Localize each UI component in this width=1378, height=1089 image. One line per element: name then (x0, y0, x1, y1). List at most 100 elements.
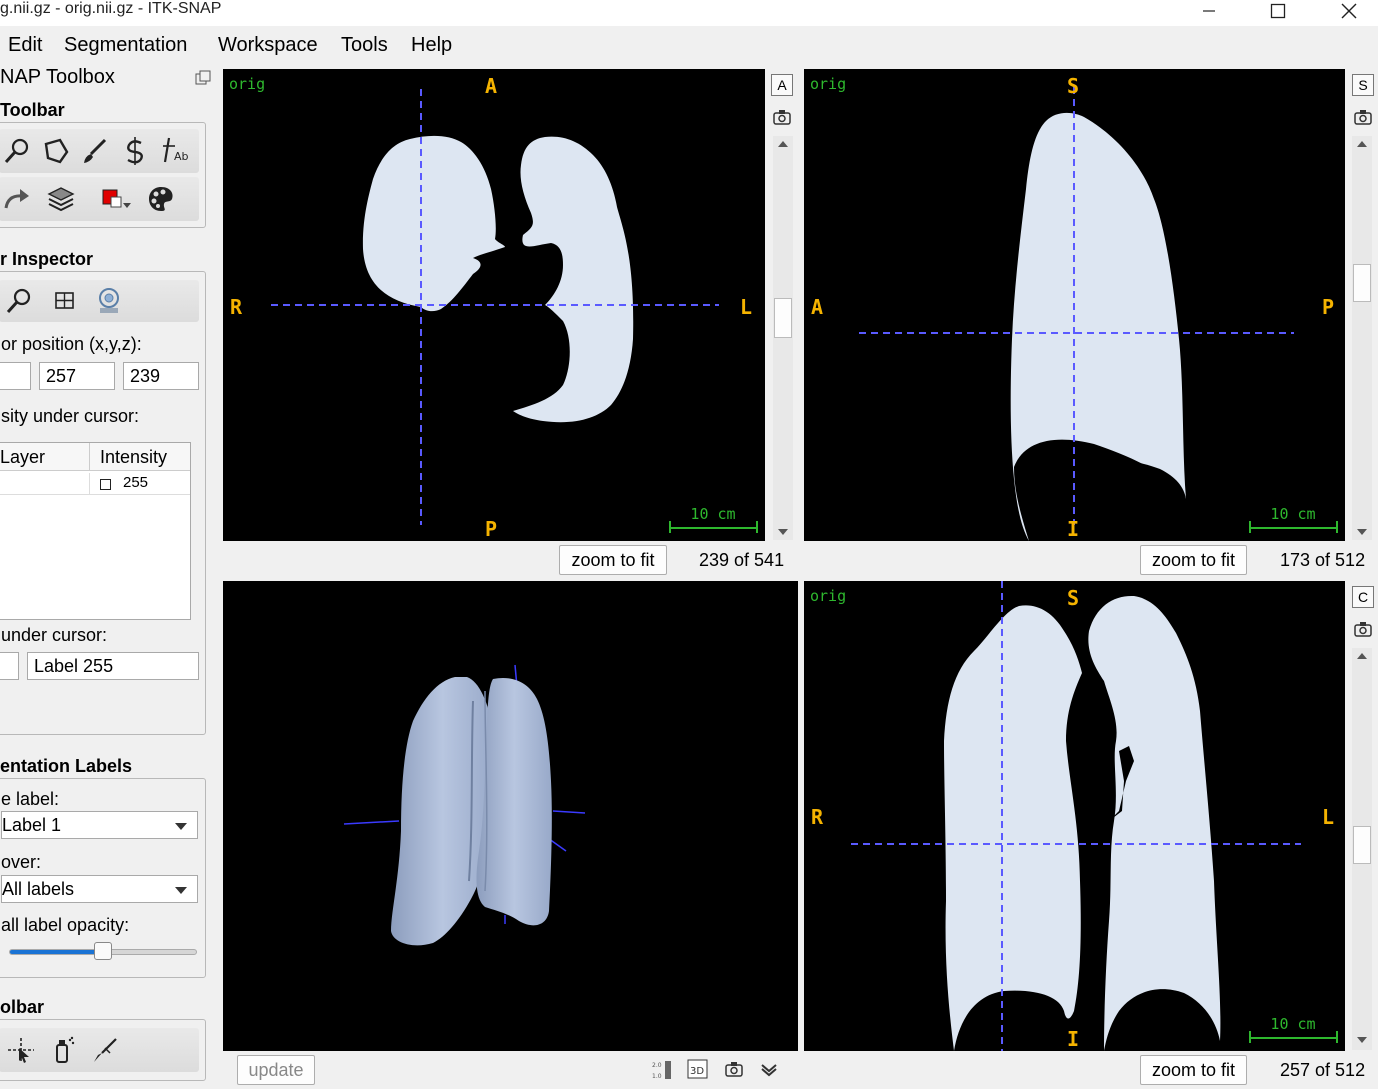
scalpel-tool[interactable] (87, 1032, 123, 1068)
scroll-down-icon (1357, 1037, 1367, 1043)
cursor-z-field[interactable]: 239 (123, 362, 199, 390)
sync-icon (99, 288, 119, 313)
segmentation-labels-box: e label: Label 1 over: All labels all la… (0, 778, 206, 978)
svg-text:Ab: Ab (174, 150, 189, 163)
intensity-cell: 255 (123, 474, 149, 491)
orientation-right: L (1322, 805, 1335, 829)
menu-edit[interactable]: Edit (8, 32, 42, 58)
right-lung-region (362, 135, 505, 312)
coronal-slice-scrollbar[interactable] (1352, 648, 1372, 1050)
cursor-y-field[interactable]: 257 (39, 362, 115, 390)
render-3d-view[interactable] (223, 581, 798, 1051)
sagittal-side-controls: S (1352, 74, 1378, 544)
cursor-x-field[interactable] (0, 362, 31, 390)
cursor-inspector-box: or position (x,y,z): 257 239 sity under … (0, 271, 206, 735)
menu-workspace[interactable]: Workspace (218, 32, 318, 58)
title-bar: g.nii.gz - orig.nii.gz - ITK-SNAP (0, 0, 1378, 26)
toolbox-title: NAP Toolbox (0, 66, 115, 88)
camera-icon[interactable] (725, 1061, 743, 1077)
camera-icon[interactable] (1354, 621, 1372, 637)
active-label-combo[interactable]: Label 1 (1, 811, 198, 839)
paint-over-label: over: (1, 852, 42, 872)
scroll-handle[interactable] (774, 298, 792, 338)
snake-tool[interactable] (117, 133, 153, 169)
coronal-side-controls: C (1352, 586, 1378, 1052)
render-scale-icon[interactable]: 2.0 1.0 (652, 1059, 674, 1081)
close-button[interactable] (1326, 0, 1372, 22)
orientation-top: S (1067, 586, 1080, 610)
polygon-tool[interactable] (37, 133, 73, 169)
camera-icon[interactable] (1354, 109, 1372, 125)
sagittal-slice-image (859, 87, 1338, 541)
table-row[interactable]: 255 (0, 473, 190, 495)
sagittal-zoom-to-fit-button[interactable]: zoom to fit (1140, 545, 1247, 575)
axial-zoom-to-fit-button[interactable]: zoom to fit (559, 545, 667, 575)
coronal-view[interactable]: orig S I R L 10 cm (804, 581, 1345, 1051)
axial-side-controls: A (771, 74, 797, 544)
paint-over-combo[interactable]: All labels (1, 875, 198, 903)
active-label-label: e label: (1, 789, 60, 809)
layer-column-header[interactable]: Layer (0, 443, 90, 471)
label-color-button[interactable] (99, 181, 135, 217)
paintbrush-icon (84, 138, 107, 163)
layer-inspector-button[interactable] (43, 181, 79, 217)
seed-tool[interactable] (3, 1032, 39, 1068)
axial-view[interactable]: orig A P R L 10 cm (223, 69, 765, 541)
scroll-handle[interactable] (1353, 264, 1371, 302)
opacity-slider-track[interactable] (9, 942, 197, 960)
left-lung-region (1088, 595, 1221, 1051)
layer-cell (0, 473, 90, 495)
menu-segmentation[interactable]: Segmentation (64, 32, 187, 58)
palette-button[interactable] (143, 181, 179, 217)
bottom-toolbar-row (0, 1028, 199, 1072)
toolbar-row-2 (0, 177, 199, 221)
intensity-table: Layer Intensity 255 (0, 442, 191, 620)
inspector-cursor-tab[interactable] (1, 283, 37, 319)
label-id-field[interactable] (0, 652, 19, 680)
redo-button[interactable] (0, 181, 35, 217)
intensity-column-header[interactable]: Intensity (90, 443, 190, 471)
main-toolbar-box: Ab (0, 122, 206, 228)
sagittal-slice-scrollbar[interactable] (1352, 136, 1372, 540)
render-3d-toggle-icon[interactable]: 3D (687, 1058, 709, 1080)
render-update-button[interactable]: update (237, 1055, 315, 1085)
polygon-icon (44, 138, 69, 164)
axial-slice-scrollbar[interactable] (773, 136, 793, 540)
expand-menu-icon[interactable] (760, 1063, 778, 1077)
opacity-label: all label opacity: (1, 915, 130, 935)
scroll-handle[interactable] (1353, 826, 1371, 864)
scale-bar-label: 10 cm (1270, 1015, 1316, 1033)
magnifier-icon (6, 288, 31, 314)
maximize-button[interactable] (1255, 0, 1301, 22)
label-name-field[interactable]: Label 255 (27, 652, 199, 680)
paintbrush-tool[interactable] (77, 133, 113, 169)
sagittal-view[interactable]: orig S I A P 10 cm (804, 69, 1345, 541)
layer-name: orig (810, 587, 847, 605)
right-lung-3d (391, 677, 494, 946)
axial-slice-image (271, 89, 758, 533)
menu-tools[interactable]: Tools (341, 32, 388, 58)
spray-tool[interactable] (45, 1032, 81, 1068)
left-lung-region (513, 136, 634, 423)
crosshair-tool[interactable] (0, 133, 35, 169)
coronal-view-toggle-button[interactable]: C (1352, 586, 1374, 608)
inspector-sync-tab[interactable] (91, 283, 127, 319)
annotation-tool[interactable]: Ab (157, 133, 193, 169)
menu-help[interactable]: Help (411, 32, 452, 58)
cursor-inspector-title: r Inspector (0, 249, 94, 269)
minimize-button[interactable] (1186, 0, 1232, 22)
inspector-tabs (0, 280, 199, 322)
orientation-left: A (811, 295, 824, 319)
coronal-zoom-to-fit-button[interactable]: zoom to fit (1140, 1055, 1247, 1085)
sagittal-view-toggle-button[interactable]: S (1352, 74, 1374, 96)
camera-icon[interactable] (773, 109, 791, 125)
scale-bar-label: 10 cm (1270, 505, 1316, 523)
segmentation-labels-title: entation Labels (0, 756, 133, 776)
left-lung-3d (476, 677, 552, 926)
orientation-right: P (1322, 295, 1335, 319)
undock-icon[interactable] (195, 70, 211, 86)
inspector-layout-tab[interactable] (47, 283, 83, 319)
axial-view-toggle-button[interactable]: A (771, 74, 793, 96)
opacity-slider-handle[interactable] (94, 942, 112, 960)
scale-bar-label: 10 cm (690, 505, 736, 523)
